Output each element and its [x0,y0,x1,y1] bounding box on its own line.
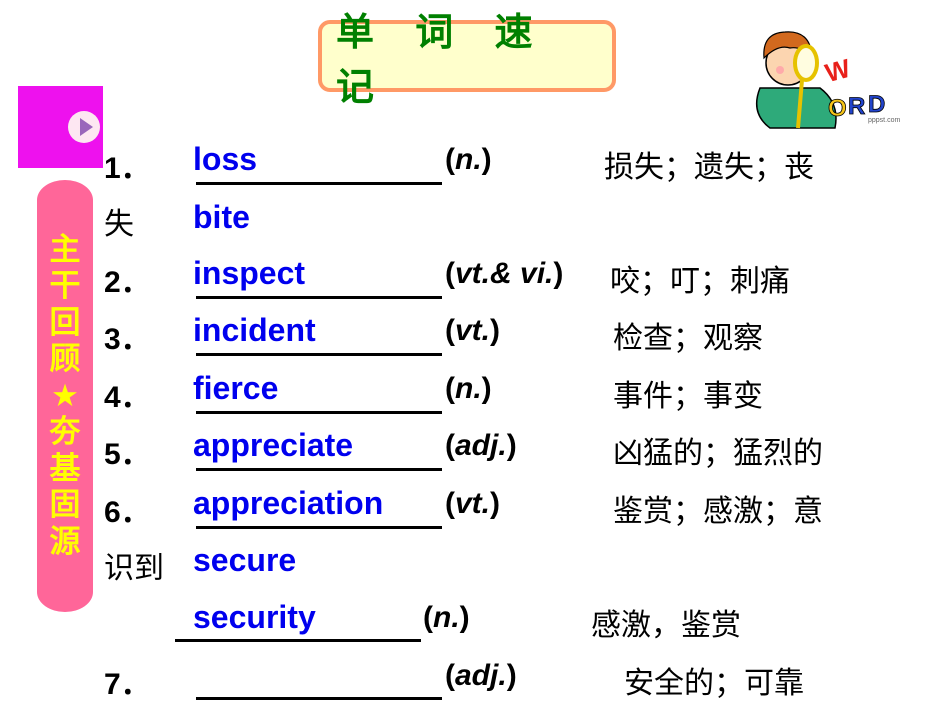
item-number: 2． [104,266,151,299]
answer-text: appreciation [193,485,384,521]
answer-text: inspect [193,255,306,291]
item-number: 4． [104,381,151,414]
answer-text: bite [193,199,250,235]
meaning-text: 事件；事变 [613,379,763,414]
item-number: 5． [104,438,151,471]
answer-text: secure [193,542,297,578]
pos-label: vt. [455,314,491,347]
banner-char: 顾 [49,341,81,378]
part-of-speech: (adj.) [445,659,517,692]
answer-text: incident [193,312,316,348]
answer-text: appreciate [193,427,354,463]
side-banner: 主 干 回 顾 ★ 夯 基 固 源 [37,180,93,612]
pos-label: n. [433,601,460,634]
clipart-letter-d: D [868,91,885,118]
meaning-text: 咬；叮；刺痛 [610,264,790,299]
pos-label: n. [455,372,482,405]
word-clipart-icon: W O R D [755,31,886,129]
play-icon [79,118,93,136]
meaning-continuation: 失 [104,207,134,242]
meaning-text: 检查；观察 [613,321,763,356]
item-number: 6． [104,496,151,529]
part-of-speech: (n.) [445,143,492,176]
meaning-text: 损失；遗失；丧 [604,150,814,185]
clipart-letter-w: W [822,53,854,88]
clipart-letter-o: O [828,95,847,122]
pos-label: adj. [455,429,507,462]
meaning-text: 鉴赏；感激；意 [613,494,823,529]
part-of-speech: (n.) [423,601,470,634]
meaning-text: 凶猛的；猛烈的 [613,436,823,471]
part-of-speech: (n.) [445,372,492,405]
pos-label: vt. [455,487,491,520]
banner-char: 源 [49,523,81,560]
answer-text: fierce [193,370,279,406]
item-number: 1． [104,152,151,185]
part-of-speech: (vt.& vi.) [445,257,564,290]
banner-char: 夯 [49,414,81,451]
pos-label: vt.& vi. [455,257,554,290]
page-title: 单 词 速 记 [336,10,547,109]
clipart-letter-r: R [848,93,865,120]
item-number: 7． [104,668,151,701]
part-of-speech: (adj.) [445,429,517,462]
play-button[interactable] [68,111,100,143]
answer-text: loss [193,141,258,177]
banner-char: 回 [49,304,81,341]
banner-char: 固 [49,487,81,524]
answer-blank[interactable] [196,667,442,700]
title-box: 单 词 速 记 [318,10,616,109]
answer-text: security [193,599,316,635]
item-number: 3． [104,323,151,356]
meaning-text: 感激，鉴赏 [591,608,741,643]
banner-char: 基 [49,450,81,487]
clipart-watermark: pppst.com [868,117,901,124]
part-of-speech: (vt.) [445,314,501,347]
part-of-speech: (vt.) [445,487,501,520]
nav-panel [18,86,103,168]
pos-label: adj. [455,659,507,692]
pos-label: n. [455,143,482,176]
meaning-text: 安全的；可靠 [624,666,804,701]
meaning-continuation: 识到 [104,551,164,586]
star-icon: ★ [51,377,79,414]
banner-char: 干 [49,268,81,305]
banner-char: 主 [49,231,81,268]
